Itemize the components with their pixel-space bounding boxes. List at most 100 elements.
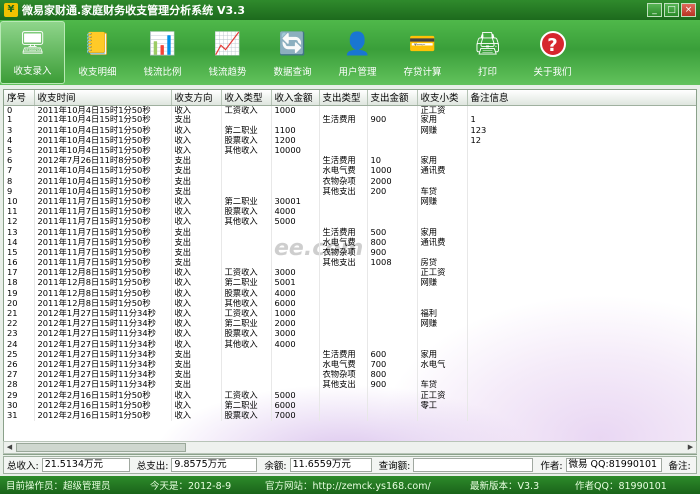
table-row[interactable]: 11 2011年11月7日15时1分50秒 收入 股票收入 4000 bbox=[4, 206, 696, 218]
records-grid[interactable]: ee.com 序号 收支时间 收支方向 收入类型 收入金额 支出类型 支出金额 收支小类 备注信… bbox=[3, 89, 697, 455]
table-cell: 收入 bbox=[171, 145, 222, 156]
table-row[interactable]: 28 2012年1月27日15时11分34秒 支出 其他支出 900 车贷 bbox=[4, 380, 696, 391]
table-row[interactable]: 23 2012年1月27日15时11分34秒 收入 股票收入 3000 bbox=[4, 329, 696, 340]
table-cell: 800 bbox=[367, 369, 418, 381]
column-header[interactable]: 收支小类 bbox=[417, 90, 468, 106]
scrollbar-thumb[interactable] bbox=[16, 443, 186, 452]
table-row[interactable]: 31 2012年2月16日15时1分50秒 收入 股票收入 7000 bbox=[4, 410, 696, 421]
table-cell: 收入 bbox=[171, 268, 222, 279]
table-row[interactable]: 22 2012年1月27日15时11分34秒 收入 第二职业 2000 网赚 bbox=[4, 318, 696, 330]
table-cell bbox=[221, 237, 272, 248]
column-header[interactable]: 序号 bbox=[4, 90, 35, 106]
table-row[interactable]: 12 2011年11月7日15时1分50秒 收入 其他收入 5000 bbox=[4, 217, 696, 228]
table-row[interactable]: 25 2012年1月27日15时11分34秒 支出 生活费用 600 家用 bbox=[4, 349, 696, 360]
toolbar-button-details[interactable]: 📒 收支明细 bbox=[65, 21, 130, 84]
table-cell: 2011年12月8日15时1分50秒 bbox=[34, 298, 172, 309]
table-cell bbox=[417, 145, 468, 156]
table-cell: 1200 bbox=[271, 135, 320, 146]
table-row[interactable]: 1 2011年10月4日15时1分50秒 支出 生活费用 900 家用 1 bbox=[4, 115, 696, 126]
card-icon: 💳 bbox=[408, 31, 437, 57]
column-header[interactable]: 支出金额 bbox=[367, 90, 418, 106]
maximize-button[interactable]: □ bbox=[664, 3, 679, 17]
table-row[interactable]: 30 2012年2月16日15时1分50秒 收入 第二职业 6000 零工 bbox=[4, 400, 696, 411]
toolbar-button-query[interactable]: 🔄 数据查询 bbox=[260, 21, 325, 84]
table-cell bbox=[319, 400, 368, 411]
table-row[interactable]: 14 2011年11月7日15时1分50秒 支出 水电气费 800 通讯费 bbox=[4, 237, 696, 248]
table-row[interactable]: 29 2012年2月16日15时1分50秒 收入 工资收入 5000 正工资 bbox=[4, 390, 696, 401]
table-cell bbox=[319, 318, 368, 330]
table-row[interactable]: 10 2011年11月7日15时1分50秒 收入 第二职业 30001 网赚 bbox=[4, 196, 696, 207]
user-icon: 👤 bbox=[343, 31, 372, 57]
table-cell: 2012年1月27日15时11分34秒 bbox=[34, 329, 172, 340]
scroll-left-arrow-icon[interactable]: ◀ bbox=[4, 442, 15, 453]
column-header[interactable]: 备注信息 bbox=[467, 90, 696, 106]
toolbar-button-ratio[interactable]: 📊 钱流比例 bbox=[130, 21, 195, 84]
table-cell bbox=[319, 278, 368, 289]
table-row[interactable]: 17 2011年12月8日15时1分50秒 收入 工资收入 3000 正工资 bbox=[4, 268, 696, 279]
toolbar-button-print[interactable]: 🖨 打印 bbox=[455, 21, 520, 84]
table-cell bbox=[319, 105, 368, 116]
status-today: 今天是：2012-8-9 bbox=[150, 481, 232, 492]
minimize-button[interactable]: _ bbox=[647, 3, 662, 17]
table-cell: 水电气费 bbox=[319, 237, 368, 248]
table-cell bbox=[367, 135, 418, 146]
table-cell: 1000 bbox=[367, 166, 418, 177]
table-cell: 4000 bbox=[271, 339, 320, 350]
column-header[interactable]: 支出类型 bbox=[319, 90, 368, 106]
toolbar-button-about[interactable]: ? 关于我们 bbox=[520, 21, 585, 84]
column-header[interactable]: 收入类型 bbox=[221, 90, 272, 106]
table-row[interactable]: 21 2012年1月27日15时11分34秒 收入 工资收入 1000 福利 bbox=[4, 308, 696, 319]
table-row[interactable]: 18 2011年12月8日15时1分50秒 收入 第二职业 5001 网赚 bbox=[4, 278, 696, 289]
table-cell: 通讯费 bbox=[417, 237, 468, 248]
table-cell: 30 bbox=[4, 400, 35, 411]
table-row[interactable]: 20 2011年12月8日15时1分50秒 收入 其他收入 6000 bbox=[4, 298, 696, 309]
table-row[interactable]: 7 2011年10月4日15时1分50秒 支出 水电气费 1000 通讯费 bbox=[4, 166, 696, 177]
table-row[interactable]: 9 2011年10月4日15时1分50秒 支出 其他支出 200 车贷 bbox=[4, 186, 696, 197]
table-cell: 收入 bbox=[171, 318, 222, 330]
toolbar-button-trend[interactable]: 📈 钱流趋势 bbox=[195, 21, 260, 84]
scroll-right-arrow-icon[interactable]: ▶ bbox=[685, 442, 696, 453]
table-cell bbox=[467, 155, 696, 167]
table-row[interactable]: 16 2011年11月7日15时1分50秒 支出 其他支出 1008 房贷 bbox=[4, 257, 696, 268]
column-header[interactable]: 收支方向 bbox=[171, 90, 222, 106]
horizontal-scrollbar[interactable]: ◀ ▶ bbox=[3, 441, 697, 454]
toolbar-label: 数据查询 bbox=[273, 67, 312, 78]
table-cell: 123 bbox=[467, 125, 696, 136]
column-header[interactable]: 收支时间 bbox=[34, 90, 172, 106]
table-row[interactable]: 15 2011年11月7日15时1分50秒 支出 衣物杂项 900 bbox=[4, 247, 696, 258]
balance-value: 11.6559万元 bbox=[289, 458, 372, 472]
table-row[interactable]: 5 2011年10月4日15时1分50秒 收入 其他收入 10000 bbox=[4, 145, 696, 156]
column-header[interactable]: 收入金额 bbox=[271, 90, 320, 106]
toolbar-button-income-entry[interactable]: 🖥 收支录入 bbox=[0, 21, 65, 84]
table-cell bbox=[221, 349, 272, 360]
table-row[interactable]: 0 2011年10月4日15时1分50秒 收入 工资收入 1000 正工资 bbox=[4, 105, 696, 116]
table-row[interactable]: 26 2012年1月27日15时11分34秒 支出 水电气费 700 水电气 bbox=[4, 359, 696, 370]
table-cell: 900 bbox=[367, 115, 418, 126]
table-cell: 1 bbox=[4, 115, 35, 126]
table-cell bbox=[271, 227, 320, 238]
table-row[interactable]: 3 2011年10月4日15时1分50秒 收入 第二职业 1100 网赚 123 bbox=[4, 125, 696, 136]
table-row[interactable]: 8 2011年10月4日15时1分50秒 支出 衣物杂项 2000 bbox=[4, 176, 696, 187]
table-cell: 收入 bbox=[171, 135, 222, 146]
table-cell: 2011年11月7日15时1分50秒 bbox=[34, 237, 172, 248]
table-row[interactable]: 19 2011年12月8日15时1分50秒 收入 股票收入 4000 bbox=[4, 288, 696, 299]
table-cell: 28 bbox=[4, 380, 35, 391]
table-row[interactable]: 24 2012年1月27日15时11分34秒 收入 其他收入 4000 bbox=[4, 339, 696, 350]
app-logo-icon: ¥ bbox=[4, 3, 18, 17]
toolbar-button-users[interactable]: 👤 用户管理 bbox=[325, 21, 390, 84]
table-cell: 收入 bbox=[171, 400, 222, 411]
table-cell: 1008 bbox=[367, 257, 418, 268]
table-cell: 其他支出 bbox=[319, 186, 368, 197]
toolbar-label: 收支录入 bbox=[13, 66, 52, 77]
table-row[interactable]: 4 2011年10月4日15时1分50秒 收入 股票收入 1200 12 bbox=[4, 135, 696, 146]
table-row[interactable]: 6 2012年7月26日11时8分50秒 支出 生活费用 10 家用 bbox=[4, 155, 696, 167]
table-cell bbox=[467, 257, 696, 268]
toolbar-button-loan-calc[interactable]: 💳 存贷计算 bbox=[390, 21, 455, 84]
table-row[interactable]: 13 2011年11月7日15时1分50秒 支出 生活费用 500 家用 bbox=[4, 227, 696, 238]
table-cell: 5001 bbox=[271, 278, 320, 289]
table-cell bbox=[319, 268, 368, 279]
table-cell bbox=[417, 176, 468, 187]
table-row[interactable]: 27 2012年1月27日15时11分34秒 支出 衣物杂项 800 bbox=[4, 369, 696, 381]
table-cell: 5000 bbox=[271, 390, 320, 401]
close-button[interactable]: × bbox=[681, 3, 696, 17]
